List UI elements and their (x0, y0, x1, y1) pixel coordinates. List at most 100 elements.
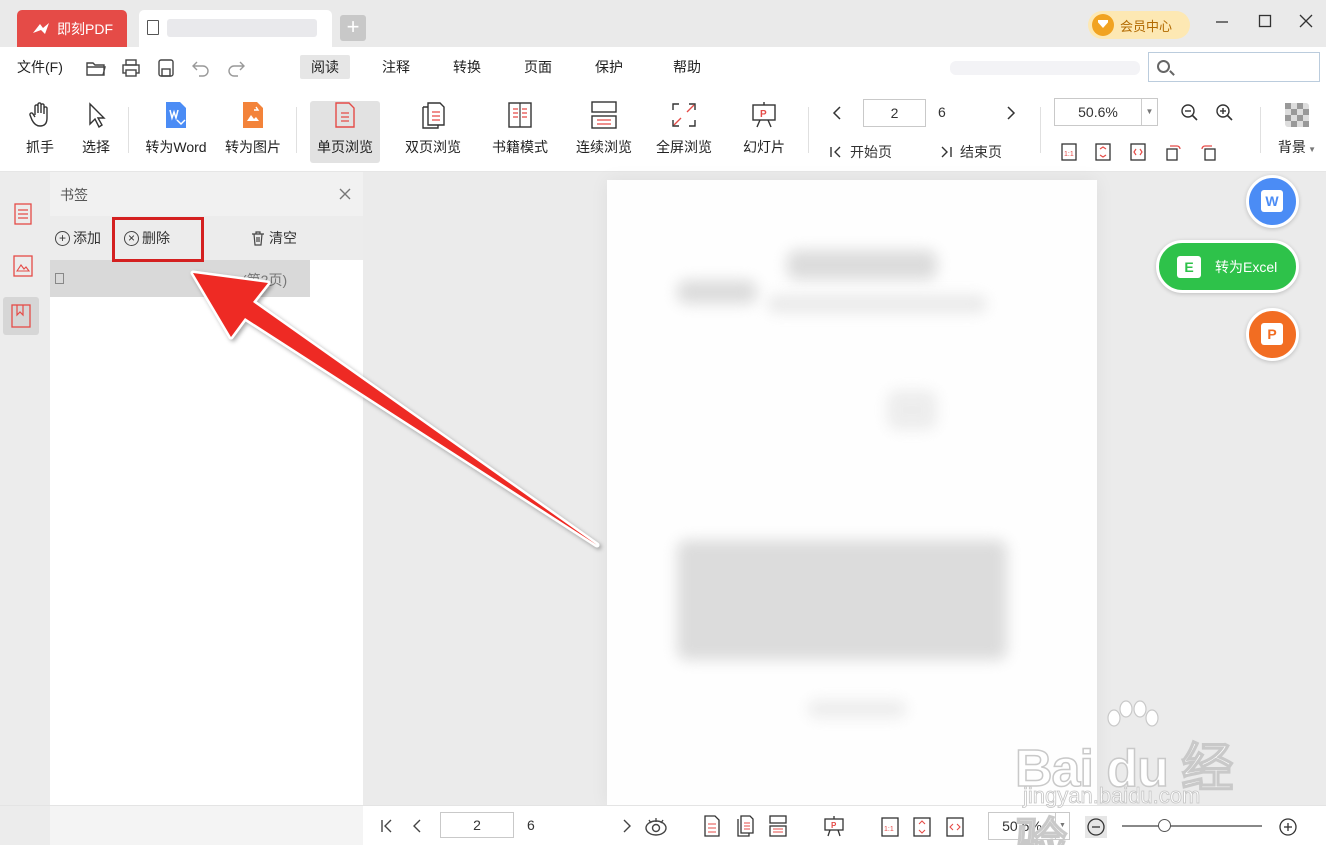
double-page-icon (422, 102, 445, 129)
status-left-strip (0, 806, 50, 845)
highlight-box (112, 217, 204, 262)
close-panel-icon[interactable] (338, 187, 352, 201)
menu-tab-page[interactable]: 页面 (513, 55, 563, 79)
add-bookmark-button[interactable]: + 添加 (55, 228, 101, 248)
eye-protect-icon[interactable] (644, 815, 668, 837)
clear-bookmarks-label: 清空 (269, 230, 297, 246)
last-page-button[interactable]: 结束页 (938, 142, 1002, 162)
new-tab-button[interactable]: + (340, 15, 366, 41)
sidebar-item-outline[interactable] (9, 200, 37, 228)
fullscreen-view-label: 全屏浏览 (656, 139, 712, 155)
fit-width-icon[interactable] (1129, 143, 1147, 161)
convert-ppt-float-button[interactable]: P (1246, 308, 1299, 361)
status-page-input[interactable]: 2 (440, 812, 514, 838)
vip-center-button[interactable]: 会员中心 (1088, 11, 1190, 39)
close-button[interactable] (1294, 12, 1318, 36)
menu-tab-protect[interactable]: 保护 (584, 55, 634, 79)
sidebar-item-bookmarks[interactable] (3, 297, 39, 335)
convert-to-word-button[interactable]: 转为Word (138, 101, 214, 163)
single-page-view-button[interactable]: 单页浏览 (310, 101, 380, 163)
first-page-icon[interactable] (378, 817, 396, 835)
slideshow-icon[interactable]: P (823, 815, 845, 837)
fit-width-icon[interactable] (945, 816, 965, 838)
save-icon[interactable] (155, 57, 177, 79)
image-file-icon (243, 102, 263, 128)
fit-page-icon[interactable] (912, 816, 932, 838)
cursor-icon (89, 102, 106, 129)
convert-to-word-label: 转为Word (145, 139, 207, 155)
document-tab[interactable] (139, 10, 332, 47)
convert-excel-float-button[interactable]: E 转为Excel (1156, 240, 1299, 293)
zoom-select[interactable]: 50.6% ▼ (1054, 98, 1158, 126)
first-page-button[interactable]: 开始页 (828, 142, 892, 162)
select-tool-label: 选择 (82, 139, 110, 155)
first-page-label: 开始页 (850, 144, 892, 160)
last-page-icon (941, 146, 952, 158)
redo-icon[interactable] (225, 57, 247, 79)
convert-excel-label: 转为Excel (1215, 258, 1278, 275)
book-mode-button[interactable]: 书籍模式 (485, 101, 555, 163)
continuous-view-icon (591, 101, 617, 129)
app-logo-icon (33, 22, 49, 34)
prev-page-icon[interactable] (408, 817, 426, 835)
svg-text:1:1: 1:1 (884, 826, 894, 833)
clear-bookmarks-button[interactable]: 清空 (250, 228, 297, 248)
bookmark-toolbar: + 添加 × 删除 清空 (50, 216, 363, 260)
hand-tool-button[interactable]: 抓手 (20, 101, 60, 163)
rotate-right-icon[interactable] (1200, 143, 1218, 161)
sidebar-item-thumbnails[interactable] (9, 252, 37, 280)
open-folder-icon[interactable] (85, 57, 107, 79)
file-menu[interactable]: 文件(F) (17, 56, 63, 78)
slideshow-button[interactable]: P 幻灯片 (737, 101, 791, 163)
continuous-view-icon[interactable] (768, 815, 788, 837)
slideshow-icon: P (752, 102, 776, 128)
blurred-text (887, 390, 937, 430)
svg-text:P: P (831, 821, 837, 830)
background-label: 背景 ▼ (1277, 139, 1317, 155)
page-number-input[interactable]: 2 (863, 99, 926, 127)
book-mode-icon (508, 102, 532, 128)
toolbar-divider (808, 107, 809, 153)
menu-tab-convert[interactable]: 转换 (442, 55, 492, 79)
continuous-view-button[interactable]: 连续浏览 (570, 101, 638, 163)
prev-page-icon[interactable] (830, 104, 844, 122)
undo-icon[interactable] (190, 57, 212, 79)
zoom-in-icon[interactable] (1277, 816, 1299, 838)
next-page-icon[interactable] (618, 817, 636, 835)
search-input[interactable] (1148, 52, 1320, 82)
fit-page-icon[interactable] (1094, 143, 1112, 161)
convert-to-image-button[interactable]: 转为图片 (220, 101, 286, 163)
app-tab[interactable]: 即刻PDF (17, 10, 127, 47)
single-page-icon[interactable] (703, 815, 721, 837)
menu-tab-help[interactable]: 帮助 (662, 55, 712, 79)
word-file-icon (166, 102, 186, 128)
convert-to-image-label: 转为图片 (225, 139, 281, 155)
bookmark-list-item[interactable]: (第2页) (50, 260, 310, 297)
menu-tab-read[interactable]: 阅读 (300, 55, 350, 79)
maximize-button[interactable] (1253, 12, 1277, 36)
zoom-in-icon[interactable] (1215, 103, 1233, 121)
left-sidebar (0, 172, 50, 845)
vip-label: 会员中心 (1120, 18, 1173, 34)
chevron-down-icon[interactable]: ▼ (1141, 99, 1157, 125)
rotate-left-icon[interactable] (1164, 143, 1182, 161)
last-page-label: 结束页 (960, 144, 1002, 160)
convert-word-float-button[interactable]: W (1246, 175, 1299, 228)
select-tool-button[interactable]: 选择 (76, 101, 116, 163)
actual-size-icon[interactable]: 1:1 (1060, 143, 1078, 161)
blurred-paragraph (677, 540, 1007, 660)
zoom-out-icon[interactable] (1180, 103, 1198, 121)
minimize-button[interactable] (1210, 12, 1234, 36)
next-page-icon[interactable] (1004, 104, 1018, 122)
toolbar-divider (1260, 107, 1261, 153)
double-page-view-button[interactable]: 双页浏览 (398, 101, 468, 163)
double-page-icon[interactable] (735, 815, 755, 837)
fullscreen-view-button[interactable]: 全屏浏览 (652, 101, 716, 163)
double-page-view-label: 双页浏览 (405, 139, 461, 155)
file-icon (147, 20, 159, 35)
actual-size-icon[interactable]: 1:1 (880, 816, 900, 838)
add-bookmark-label: 添加 (73, 230, 101, 246)
background-button[interactable]: 背景 ▼ (1272, 101, 1322, 163)
menu-tab-annotate[interactable]: 注释 (371, 55, 421, 79)
print-icon[interactable] (120, 57, 142, 79)
